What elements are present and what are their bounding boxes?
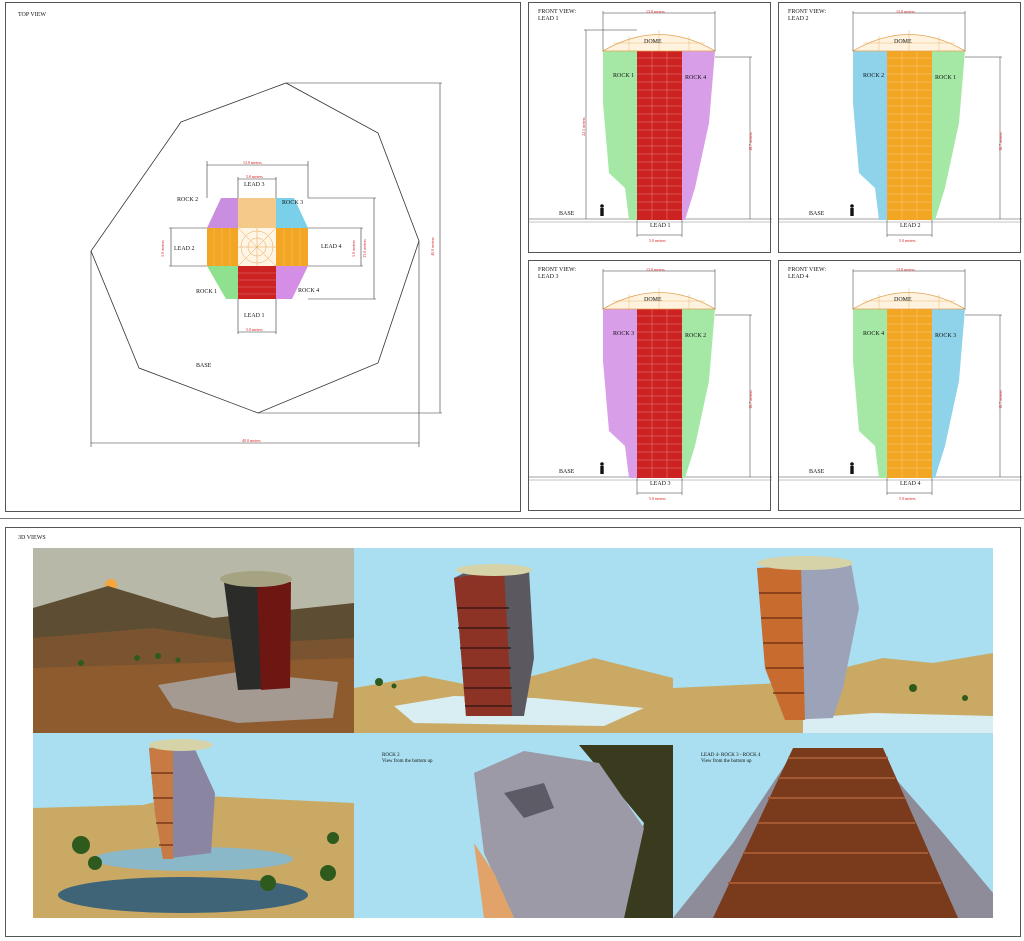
top-view-panel: TOP VIEW LEAD 3 LEAD 1 LEAD 2 LEAD 4 ROC…: [5, 2, 521, 512]
rock-4-label: ROCK 4: [298, 288, 320, 294]
left-rock-label: ROCK 2: [863, 73, 885, 79]
dim-lead4-height: 5.0 meters: [350, 240, 356, 257]
dim-top: 13.0 meters: [646, 267, 665, 272]
lead-2-label: LEAD 2: [174, 246, 195, 252]
dim-base-width: 40.0 meters: [242, 438, 261, 443]
lead-label: LEAD 3: [650, 481, 671, 487]
right-rock-label: ROCK 3: [935, 333, 957, 339]
front-view-title: FRONT VIEW: LEAD 2: [788, 9, 827, 22]
right-rock-label: ROCK 4: [685, 75, 707, 81]
dim-right-height: 18.7 meters: [997, 390, 1003, 409]
lead-label: LEAD 2: [900, 223, 921, 229]
top-view-drawing: [90, 82, 442, 447]
render-desert-sunset: [33, 548, 354, 733]
wall-plan: [207, 198, 308, 299]
views-3d-title: 3D VIEWS: [18, 535, 46, 541]
dim-bottom: 5.0 meters: [899, 496, 916, 501]
views-3d-panel: 3D VIEWS ROCK 2 View from the bottom up …: [5, 527, 1021, 937]
lead-label: LEAD 1: [650, 223, 671, 229]
base-label: BASE: [809, 469, 825, 475]
render-lead2-side: [673, 548, 993, 733]
dim-right-height: 18.7 meters: [997, 132, 1003, 151]
dim-height-13: 13.0 meters: [361, 239, 367, 258]
dome-label: DOME: [644, 297, 662, 303]
left-rock-label: ROCK 4: [863, 331, 885, 337]
dim-top: 13.0 meters: [646, 9, 665, 14]
dim-lead3-width: 5.0 meters: [246, 174, 263, 179]
front-view-panel-1: FRONT VIEW: LEAD 1 DOME ROCK 1 ROCK 4 LEAD 1…: [528, 2, 772, 253]
front-view-title: FRONT VIEW: LEAD 3: [538, 267, 577, 280]
rock-2-label: ROCK 2: [177, 197, 199, 203]
rock-3-label: ROCK 3: [282, 200, 304, 206]
front-view-title: FRONT VIEW: LEAD 1: [538, 9, 577, 22]
lead-3-label: LEAD 3: [244, 182, 265, 188]
dim-lead2-height: 5.0 meters: [159, 240, 165, 257]
render-oasis: [33, 733, 354, 918]
left-rock-label: ROCK 3: [613, 331, 635, 337]
base-label: BASE: [559, 469, 575, 475]
rock-1-label: ROCK 1: [196, 289, 218, 295]
section-divider: [0, 518, 1024, 519]
dim-lead1-width: 5.0 meters: [246, 327, 263, 332]
dim-bottom: 5.0 meters: [649, 238, 666, 243]
render-rock2-bottom-up: ROCK 2 View from the bottom up: [354, 733, 673, 918]
dim-bottom: 5.0 meters: [899, 238, 916, 243]
base-label: BASE: [196, 363, 212, 369]
dim-bottom: 5.0 meters: [649, 496, 666, 501]
dim-right-height: 18.7 meters: [747, 390, 753, 409]
right-rock-label: ROCK 1: [935, 75, 957, 81]
dim-top: 13.0 meters: [896, 267, 915, 272]
front-view-title: FRONT VIEW: LEAD 4: [788, 267, 827, 280]
cell6-caption: LEAD 4- ROCK 3 - ROCK 4 View from the bo…: [701, 753, 761, 764]
dim-top: 13.0 meters: [896, 9, 915, 14]
base-label: BASE: [809, 211, 825, 217]
dome-label: DOME: [644, 39, 662, 45]
lead-label: LEAD 4: [900, 481, 921, 487]
render-lead4-bottom-up: LEAD 4- ROCK 3 - ROCK 4 View from the bo…: [673, 733, 993, 918]
base-label: BASE: [559, 211, 575, 217]
dim-left-height: 22.5 meters: [580, 117, 586, 136]
front-view-panel-3: FRONT VIEW: LEAD 3 DOME ROCK 3 ROCK 2 LEAD 3…: [528, 260, 772, 511]
dome-label: DOME: [894, 39, 912, 45]
lead-4-label: LEAD 4: [321, 244, 342, 250]
dome-label: DOME: [894, 297, 912, 303]
front-view-panel-4: FRONT VIEW: LEAD 4 DOME ROCK 4 ROCK 3 LEAD 4…: [778, 260, 1022, 511]
dim-right-height: 18.7 meters: [747, 132, 753, 151]
lead-1-label: LEAD 1: [244, 313, 265, 319]
dim-base-height: 40.0 meters: [429, 237, 435, 256]
left-rock-label: ROCK 1: [613, 73, 635, 79]
front-view-panel-2: FRONT VIEW: LEAD 2 DOME ROCK 2 ROCK 1 LEAD 2…: [778, 2, 1022, 253]
render-lead1-side: [354, 548, 673, 733]
right-rock-label: ROCK 2: [685, 333, 707, 339]
dim-width-13: 13.0 meters: [243, 160, 262, 165]
cell5-caption: ROCK 2 View from the bottom up: [382, 753, 433, 764]
